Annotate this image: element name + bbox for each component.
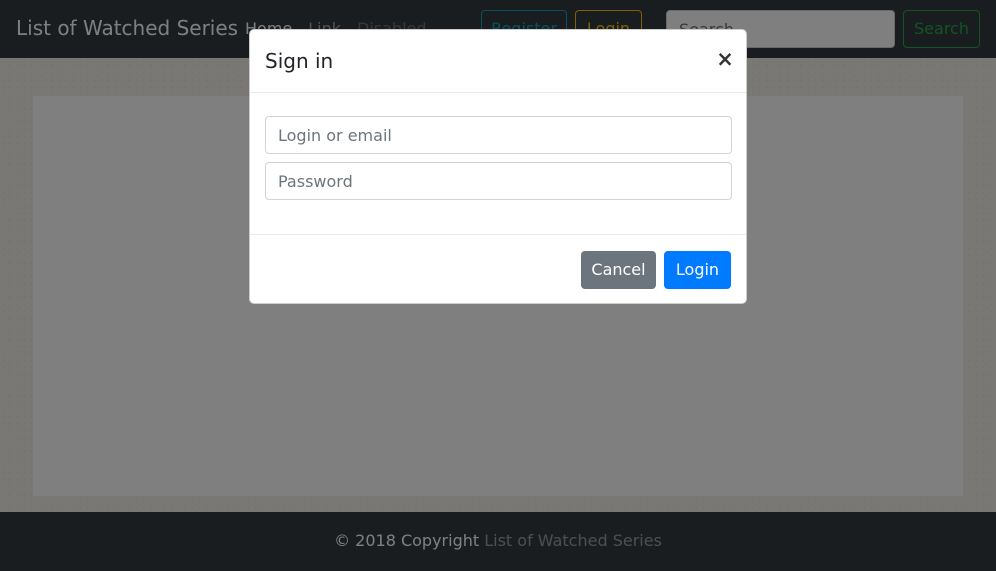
login-email-field[interactable] bbox=[265, 116, 732, 154]
modal-title: Sign in bbox=[265, 49, 334, 73]
password-field[interactable] bbox=[265, 162, 732, 200]
modal-header: Sign in × bbox=[250, 30, 746, 93]
close-icon[interactable]: × bbox=[713, 47, 737, 71]
modal-body bbox=[250, 93, 746, 234]
sign-in-modal: Sign in × Cancel Login bbox=[249, 29, 747, 304]
cancel-button[interactable]: Cancel bbox=[581, 251, 656, 289]
login-submit-button[interactable]: Login bbox=[664, 251, 731, 289]
modal-footer: Cancel Login bbox=[250, 234, 746, 304]
